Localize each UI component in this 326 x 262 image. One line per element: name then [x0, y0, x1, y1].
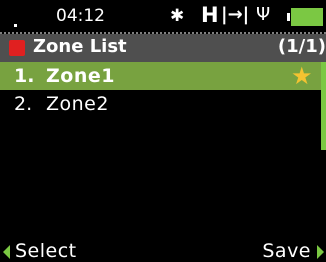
list-item-number: 1.	[14, 65, 35, 87]
save-softkey[interactable]: Save	[262, 240, 311, 262]
list-item-number: 2.	[14, 93, 33, 115]
list-item-zone2[interactable]: 2. Zone2	[0, 90, 326, 118]
left-arrow-icon	[3, 245, 10, 259]
status-time: 04:12	[56, 6, 105, 26]
title-bar: Zone List (1/1)	[0, 34, 326, 62]
io-indicator-icon: |→|	[221, 4, 250, 25]
right-arrow-icon	[317, 245, 324, 259]
list-item-zone1[interactable]: 1. Zone1 ★	[0, 62, 326, 90]
softkey-bar: Select Save	[0, 240, 326, 262]
list-item-label: Zone1	[46, 65, 115, 87]
scrollbar[interactable]	[321, 62, 326, 150]
h-indicator: H	[201, 3, 219, 27]
zone-list: 1. Zone1 ★ 2. Zone2	[0, 62, 326, 118]
list-item-label: Zone2	[46, 93, 109, 115]
device-screen: 04:12 ✱ H |→| Ψ Zone List (1/1) 1. Zone1…	[0, 0, 326, 262]
page-title: Zone List	[33, 36, 127, 57]
zone-list-icon	[9, 40, 25, 56]
star-icon: ★	[291, 62, 313, 90]
battery-level	[291, 8, 323, 26]
signal-dot	[14, 24, 17, 27]
page-indicator: (1/1)	[277, 36, 326, 57]
select-softkey[interactable]: Select	[15, 240, 77, 262]
status-bar: 04:12 ✱ H |→| Ψ	[0, 0, 326, 34]
bluetooth-icon: ✱	[170, 6, 185, 26]
battery-tip	[287, 13, 290, 21]
battery-icon	[287, 8, 323, 26]
usb-icon: Ψ	[256, 4, 271, 25]
